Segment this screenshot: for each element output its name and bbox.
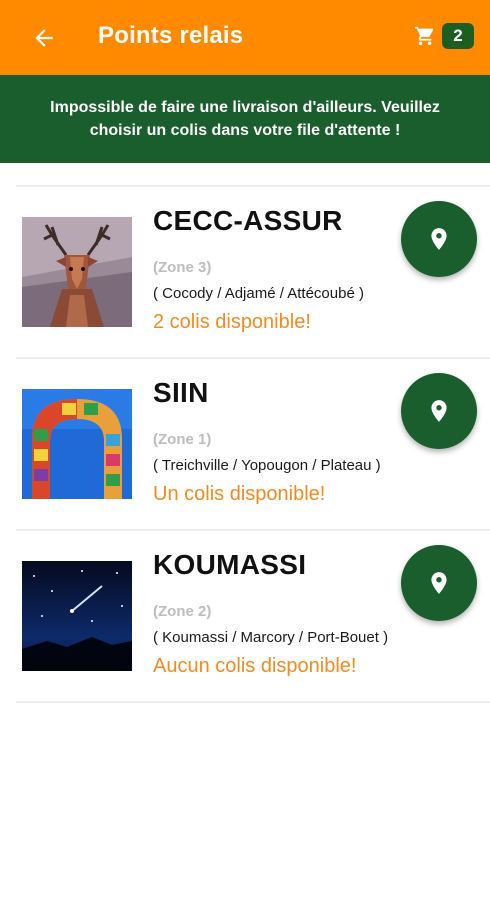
list-item[interactable]: KOUMASSI (Zone 2) ( Koumassi / Marcory /… bbox=[0, 531, 490, 701]
relay-communes: ( Koumassi / Marcory / Port-Bouet ) bbox=[153, 629, 389, 646]
relay-points-list: CECC-ASSUR (Zone 3) ( Cocody / Adjamé / … bbox=[0, 185, 490, 703]
relay-name: SIIN bbox=[153, 377, 209, 408]
list-item[interactable]: CECC-ASSUR (Zone 3) ( Cocody / Adjamé / … bbox=[0, 187, 490, 357]
cart-button[interactable]: 2 bbox=[414, 21, 474, 51]
relay-zone: (Zone 3) bbox=[153, 259, 212, 276]
relay-availability: Un colis disponible! bbox=[153, 483, 326, 505]
deer-thumbnail bbox=[22, 217, 132, 327]
info-banner: Impossible de faire une livraison d'aill… bbox=[0, 75, 490, 163]
relay-availability: Aucun colis disponible! bbox=[153, 655, 357, 677]
map-pin-icon bbox=[431, 400, 447, 422]
night-sky-thumbnail bbox=[22, 561, 132, 671]
relay-zone: (Zone 1) bbox=[153, 431, 212, 448]
list-item[interactable]: SIIN (Zone 1) ( Treichville / Yopougon /… bbox=[0, 359, 490, 529]
page-title: Points relais bbox=[98, 22, 244, 49]
map-pin-icon bbox=[431, 228, 447, 250]
map-location-button[interactable] bbox=[401, 545, 477, 621]
back-button[interactable] bbox=[26, 20, 62, 56]
arrow-left-icon bbox=[35, 29, 53, 47]
relay-communes: ( Treichville / Yopougon / Plateau ) bbox=[153, 457, 381, 474]
relay-communes: ( Cocody / Adjamé / Attécoubé ) bbox=[153, 285, 364, 302]
relay-name: KOUMASSI bbox=[153, 549, 307, 580]
banner-message: Impossible de faire une livraison d'aill… bbox=[50, 99, 440, 139]
cart-count-badge: 2 bbox=[442, 23, 474, 49]
relay-availability: 2 colis disponible! bbox=[153, 311, 311, 333]
map-pin-icon bbox=[431, 572, 447, 594]
relay-name: CECC-ASSUR bbox=[153, 205, 343, 236]
map-location-button[interactable] bbox=[401, 373, 477, 449]
cart-icon bbox=[414, 24, 438, 48]
app-bar: Points relais 2 bbox=[0, 0, 490, 75]
map-location-button[interactable] bbox=[401, 201, 477, 277]
relay-zone: (Zone 2) bbox=[153, 603, 212, 620]
colorful-arch-thumbnail bbox=[22, 389, 132, 499]
list-divider bbox=[16, 701, 490, 703]
